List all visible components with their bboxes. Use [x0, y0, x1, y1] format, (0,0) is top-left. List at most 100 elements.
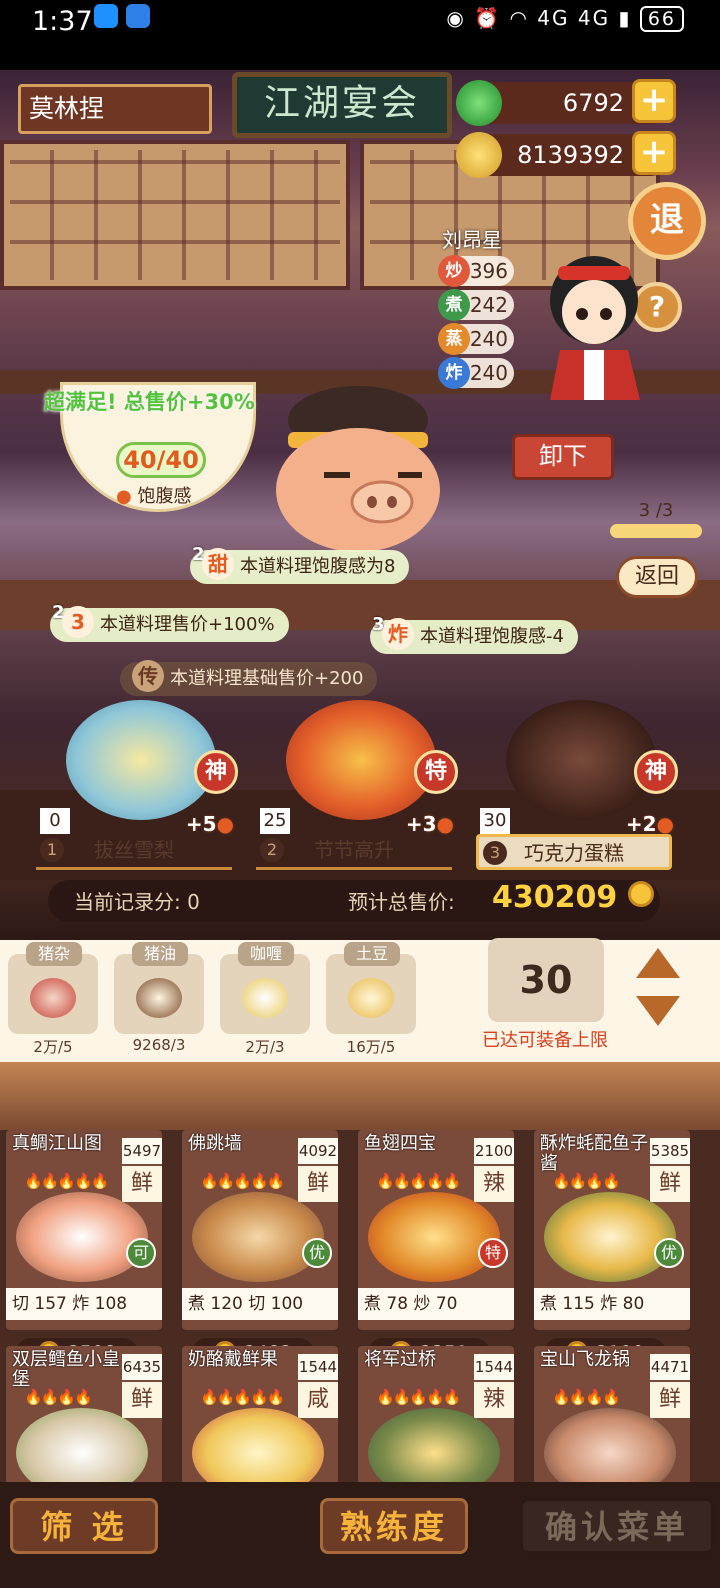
battery-icon: 66	[639, 6, 684, 32]
jade-counter: 6792 +	[456, 79, 676, 126]
legend-effect-icon: 传	[120, 650, 166, 696]
quality-badge: 可	[126, 1238, 156, 1268]
rarity-flames: 🔥🔥🔥🔥	[24, 1388, 93, 1406]
rarity-flames: 🔥🔥🔥🔥🔥	[376, 1172, 461, 1190]
boil-icon: 煮	[438, 289, 470, 321]
pig-offal-icon	[30, 978, 76, 1018]
dish-bonus: +5●	[185, 812, 234, 836]
coin-icon	[456, 132, 502, 178]
status-icons: ◉ ⏰ ◠ 4G 4G ▮ 66	[446, 6, 684, 32]
rarity-flames: 🔥🔥🔥🔥🔥	[24, 1172, 109, 1190]
effect-badge: 传 本道料理基础售价+200	[120, 660, 378, 696]
dish-image	[286, 700, 436, 820]
total-price-label: 预计总售价:	[348, 890, 455, 914]
satiety-label: ● 饱腹感	[116, 486, 192, 507]
rarity-flames: 🔥🔥🔥🔥🔥	[376, 1388, 461, 1406]
curry-icon	[242, 978, 288, 1018]
coin-icon	[627, 881, 654, 907]
steam-icon: 蒸	[438, 323, 470, 355]
dish-qty: 25	[260, 808, 290, 834]
dish-slot-3[interactable]: 神 30 +2● 3 巧克力蛋糕	[476, 700, 686, 870]
grade-badge: 特	[414, 750, 458, 794]
dish-slot-2[interactable]: 特 25 +3● 2 节节高升	[256, 700, 466, 870]
quality-badge: 优	[302, 1238, 332, 1268]
equip-limit-note: 已达可装备上限	[482, 1030, 608, 1051]
recipe-card[interactable]: 双层鳕鱼小皇堡 6435 鲜 🔥🔥🔥🔥	[6, 1346, 162, 1482]
filter-button[interactable]: 筛 选	[10, 1498, 158, 1554]
recipe-card[interactable]: 真鲷江山图 5497 鲜 🔥🔥🔥🔥🔥 可 切 157 炸 108 2598	[6, 1130, 162, 1368]
sweet-effect-icon: 2甜	[190, 538, 236, 584]
quality-badge: 特	[478, 1238, 508, 1268]
recipe-card[interactable]: 佛跳墙 4092 鲜 🔥🔥🔥🔥🔥 优 煮 120 切 100 2482	[182, 1130, 338, 1368]
grade-badge: 神	[194, 750, 238, 794]
bottom-bar: 筛 选 熟练度 确认菜单	[0, 1482, 720, 1588]
wall-window	[0, 140, 350, 290]
dish-image	[368, 1192, 500, 1282]
add-coins-button[interactable]: +	[632, 131, 676, 175]
confirm-menu-button[interactable]: 确认菜单	[520, 1498, 714, 1554]
add-jade-button[interactable]: +	[632, 79, 676, 123]
fire-icon: ●	[436, 812, 454, 836]
satiety-count: 40/40	[116, 442, 206, 478]
unload-chef-button[interactable]: 卸下	[512, 434, 614, 480]
dish-image	[16, 1192, 148, 1282]
recipe-card[interactable]: 鱼翅四宝 2100 辣 🔥🔥🔥🔥🔥 特 煮 78 炒 70 2351	[358, 1130, 514, 1368]
chef-skill-steam: 蒸 240	[438, 323, 514, 355]
fire-icon: ●	[656, 812, 674, 836]
dish-label: 2 节节高升	[256, 834, 452, 870]
chef-skill-stir-fry: 炒 396	[438, 255, 514, 287]
recipe-card[interactable]: 奶酪戴鲜果 1544 咸 🔥🔥🔥🔥🔥	[182, 1346, 338, 1482]
dish-image	[192, 1192, 324, 1282]
ingredient-strip: 猪杂 2万/5 猪油 9268/3 咖喱 2万/3 土豆 16万/5	[0, 940, 720, 1062]
fire-icon: ●	[116, 486, 132, 507]
effect-badge: 3炸 本道料理饱腹感-4	[370, 614, 578, 654]
ingredient-item[interactable]: 咖喱 2万/3	[220, 942, 310, 1058]
ingredient-item[interactable]: 土豆 16万/5	[326, 942, 416, 1058]
chef-skill-boil: 煮 242	[438, 289, 514, 321]
dish-image	[66, 700, 216, 820]
total-price: 430209	[492, 880, 654, 915]
fry-effect-icon: 3炸	[370, 608, 416, 654]
ingredient-item[interactable]: 猪油 9268/3	[114, 942, 204, 1058]
app-notification-icon	[94, 4, 118, 28]
dish-image	[192, 1408, 324, 1482]
proficiency-button[interactable]: 熟练度	[320, 1498, 468, 1554]
recipe-list: 真鲷江山图 5497 鲜 🔥🔥🔥🔥🔥 可 切 157 炸 108 2598 佛跳…	[0, 1062, 720, 1482]
dish-image	[544, 1192, 676, 1282]
pig-guest-character	[276, 386, 440, 552]
dish-label: 1 拔丝雪梨	[36, 834, 232, 870]
satiety-bonus-text: 超满足! 总售价+30%	[44, 390, 255, 414]
dish-image	[506, 700, 656, 820]
effect-badge: 23 本道料理售价+100%	[50, 602, 289, 642]
dish-bonus: +2●	[625, 812, 674, 836]
dish-image	[544, 1408, 676, 1482]
rarity-flames: 🔥🔥🔥🔥🔥	[200, 1172, 285, 1190]
recipe-card[interactable]: 宝山飞龙锅 4471 鲜 🔥🔥🔥🔥	[534, 1346, 690, 1482]
effect-badge: 2甜 本道料理饱腹感为8	[190, 544, 410, 584]
arrow-down-icon[interactable]	[632, 990, 684, 1030]
back-button[interactable]: 返回	[616, 556, 698, 598]
chef-name: 刘昂星	[442, 228, 502, 252]
dish-image	[16, 1408, 148, 1482]
recipe-card[interactable]: 酥炸蚝配鱼子酱 5385 鲜 🔥🔥🔥🔥 优 煮 115 炸 80 2190	[534, 1130, 690, 1368]
score-bar: 当前记录分: 0 预计总售价: 430209	[48, 880, 660, 922]
flame-effect-icon: 23	[50, 596, 96, 642]
dish-bonus: +3●	[405, 812, 454, 836]
app-notification-icon	[126, 4, 150, 28]
grade-badge: 神	[634, 750, 678, 794]
rarity-flames: 🔥🔥🔥🔥	[552, 1388, 621, 1406]
dish-label: 3 巧克力蛋糕	[476, 834, 672, 870]
record-score: 当前记录分: 0	[74, 890, 200, 914]
clock: 1:37	[32, 6, 93, 37]
coin-counter: 8139392 +	[456, 131, 676, 178]
rarity-flames: 🔥🔥🔥🔥🔥	[200, 1388, 285, 1406]
arrow-up-icon[interactable]	[632, 944, 684, 984]
status-bar: 1:37 ◉ ⏰ ◠ 4G 4G ▮ 66	[0, 0, 720, 70]
ingredient-item[interactable]: 猪杂 2万/5	[8, 942, 98, 1058]
jade-icon	[456, 80, 502, 126]
chef-portrait[interactable]	[530, 240, 660, 410]
recipe-card[interactable]: 将军过桥 1544 辣 🔥🔥🔥🔥🔥	[358, 1346, 514, 1482]
dish-slot-1[interactable]: 神 0 +5● 1 拔丝雪梨	[36, 700, 246, 870]
player-name: 莫林捏	[18, 84, 212, 134]
event-title-sign: 江湖宴会	[232, 72, 452, 138]
